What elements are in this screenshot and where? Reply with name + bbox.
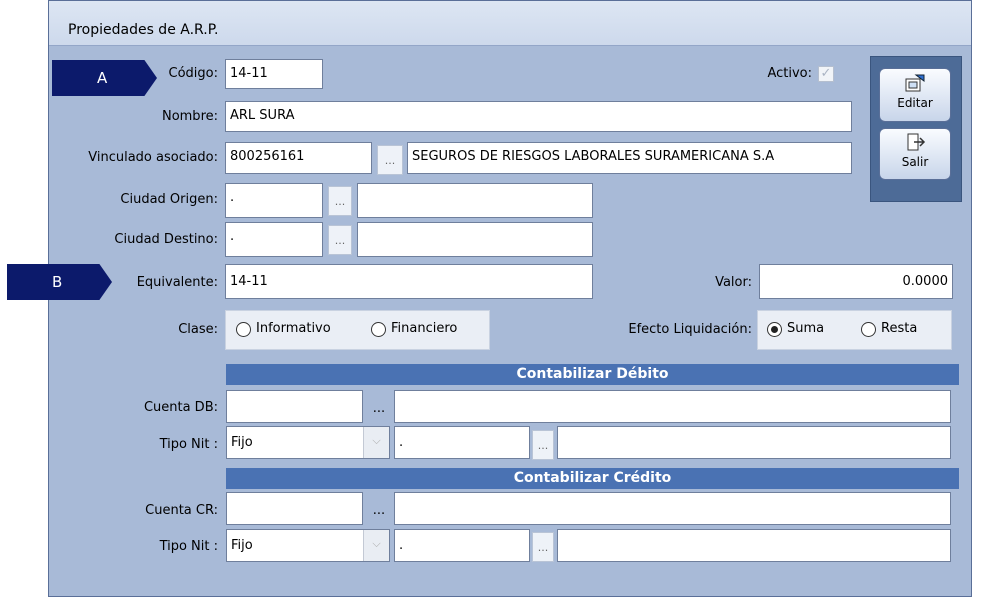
ciudad-destino-lookup-button[interactable]: ... — [328, 225, 352, 255]
vinculado-input[interactable]: 800256161 — [225, 142, 372, 174]
clase-financiero-label: Financiero — [391, 321, 458, 336]
cuenta-db-input[interactable] — [226, 390, 363, 423]
codigo-label: Código: — [168, 66, 218, 81]
activo-checkbox[interactable]: ✓ — [818, 66, 834, 82]
window-title: Propiedades de A.R.P. — [68, 22, 219, 38]
tipo-nit-db-label: Tipo Nit : — [159, 437, 218, 452]
ciudad-origen-lookup-button[interactable]: ... — [328, 186, 352, 216]
cuenta-cr-input[interactable] — [226, 492, 363, 525]
codigo-input[interactable]: 14-11 — [225, 59, 323, 89]
efecto-suma-radio[interactable] — [767, 322, 782, 337]
tipo-nit-db-select[interactable]: Fijo ⌵ — [226, 426, 390, 459]
cuenta-cr-label: Cuenta CR: — [145, 503, 218, 518]
nit-cr-input[interactable]: . — [394, 529, 530, 562]
equivalente-label: Equivalente: — [136, 275, 218, 290]
editar-label: Editar — [897, 96, 933, 110]
cuenta-db-description — [394, 390, 951, 423]
ciudad-destino-description — [357, 222, 593, 257]
nit-cr-lookup-button[interactable]: ... — [532, 532, 554, 562]
nit-db-description — [557, 426, 951, 459]
efecto-suma-label: Suma — [787, 321, 825, 336]
tipo-nit-cr-select[interactable]: Fijo ⌵ — [226, 529, 390, 562]
exit-icon — [907, 133, 926, 151]
cuenta-db-lookup-button[interactable]: ... — [368, 395, 390, 423]
cuenta-cr-lookup-button[interactable]: ... — [368, 497, 390, 525]
vinculado-description: SEGUROS DE RIESGOS LABORALES SURAMERICAN… — [407, 142, 852, 174]
ciudad-origen-label: Ciudad Origen: — [120, 192, 218, 207]
nombre-input[interactable]: ARL SURA — [225, 101, 852, 132]
vinculado-lookup-button[interactable]: ... — [377, 145, 403, 175]
clase-label: Clase: — [178, 322, 218, 337]
ciudad-origen-input[interactable]: . — [225, 183, 323, 218]
cuenta-db-label: Cuenta DB: — [143, 400, 218, 415]
editar-button[interactable]: Editar — [879, 68, 951, 122]
ciudad-destino-input[interactable]: . — [225, 222, 323, 257]
salir-label: Salir — [901, 155, 929, 169]
callout-b: B — [7, 264, 112, 300]
clase-informativo-radio[interactable] — [236, 322, 251, 337]
ciudad-destino-label: Ciudad Destino: — [114, 232, 218, 247]
efecto-resta-radio[interactable] — [861, 322, 876, 337]
cuenta-cr-description — [394, 492, 951, 525]
chevron-down-icon[interactable]: ⌵ — [363, 530, 389, 561]
edit-icon — [905, 74, 925, 92]
tipo-nit-cr-label: Tipo Nit : — [159, 539, 218, 554]
valor-label: Valor: — [715, 275, 752, 290]
activo-label: Activo: — [767, 66, 812, 81]
ciudad-origen-description — [357, 183, 593, 218]
clase-financiero-radio[interactable] — [371, 322, 386, 337]
nombre-label: Nombre: — [161, 109, 218, 124]
salir-button[interactable]: Salir — [879, 128, 951, 180]
valor-input[interactable]: 0.0000 — [759, 264, 953, 299]
debito-header: Contabilizar Débito — [226, 364, 959, 385]
equivalente-input[interactable]: 14-11 — [225, 264, 593, 299]
tipo-nit-db-value: Fijo — [231, 435, 253, 450]
nit-db-input[interactable]: . — [394, 426, 530, 459]
vinculado-label: Vinculado asociado: — [88, 150, 218, 165]
clase-informativo-label: Informativo — [256, 321, 331, 336]
nit-db-lookup-button[interactable]: ... — [532, 430, 554, 460]
credito-header: Contabilizar Crédito — [226, 468, 959, 489]
efecto-label: Efecto Liquidación: — [628, 322, 752, 337]
efecto-resta-label: Resta — [881, 321, 918, 336]
callout-b-label: B — [52, 273, 63, 291]
chevron-down-icon[interactable]: ⌵ — [363, 427, 389, 458]
nit-cr-description — [557, 529, 951, 562]
tipo-nit-cr-value: Fijo — [231, 538, 253, 553]
